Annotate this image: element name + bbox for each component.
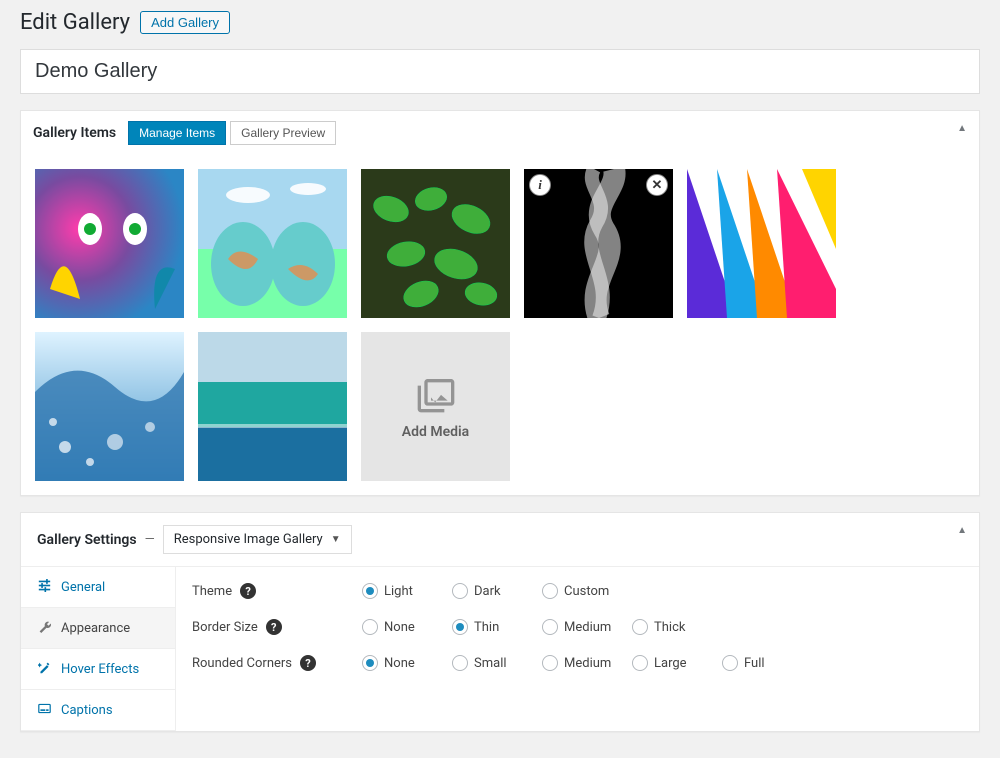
- border-option-thick[interactable]: Thick: [632, 619, 702, 635]
- border-option-thin[interactable]: Thin: [452, 619, 522, 635]
- corners-option-full[interactable]: Full: [722, 655, 792, 671]
- radio-icon: [542, 655, 558, 671]
- theme-option-light[interactable]: Light: [362, 583, 432, 599]
- radio-icon: [542, 583, 558, 599]
- settings-tab-captions[interactable]: Captions: [21, 690, 175, 731]
- radio-icon: [362, 619, 378, 635]
- thumb-info-icon[interactable]: i: [529, 174, 551, 196]
- settings-tab-general[interactable]: General: [21, 567, 175, 608]
- add-media-button[interactable]: Add Media: [361, 332, 510, 481]
- help-icon[interactable]: ?: [266, 619, 282, 635]
- theme-option-custom[interactable]: Custom: [542, 583, 612, 599]
- caption-icon: [37, 702, 51, 718]
- page-title: Edit Gallery: [20, 10, 130, 35]
- sliders-icon: [37, 579, 51, 595]
- corners-option-medium[interactable]: Medium: [542, 655, 612, 671]
- radio-icon: [632, 619, 648, 635]
- panel-collapse-toggle[interactable]: ▲: [957, 123, 967, 134]
- radio-icon: [452, 655, 468, 671]
- image-icon: [416, 374, 456, 414]
- add-gallery-button[interactable]: Add Gallery: [140, 11, 230, 34]
- corners-option-small[interactable]: Small: [452, 655, 522, 671]
- settings-tab-label: Hover Effects: [61, 662, 139, 677]
- tab-gallery-preview[interactable]: Gallery Preview: [230, 121, 336, 145]
- gallery-thumb[interactable]: [687, 169, 836, 318]
- settings-tab-appearance[interactable]: Appearance: [21, 608, 175, 649]
- theme-label: Theme: [192, 584, 232, 599]
- theme-radio-group: Light Dark Custom: [362, 583, 612, 599]
- tab-manage-items[interactable]: Manage Items: [128, 121, 226, 145]
- gallery-items-panel: Gallery Items Manage Items Gallery Previ…: [20, 110, 980, 496]
- settings-tab-label: Captions: [61, 703, 113, 718]
- add-media-label: Add Media: [402, 424, 469, 440]
- radio-icon: [542, 619, 558, 635]
- radio-icon: [452, 583, 468, 599]
- thumb-image-sea: [198, 332, 347, 481]
- radio-icon: [362, 655, 378, 671]
- wrench-icon: [37, 620, 51, 636]
- thumb-image-face-paint: [35, 169, 184, 318]
- radio-icon: [452, 619, 468, 635]
- radio-icon: [362, 583, 378, 599]
- gallery-settings-panel: Gallery Settings — Responsive Image Gall…: [20, 512, 980, 732]
- gallery-type-value: Responsive Image Gallery: [174, 532, 323, 547]
- gallery-type-select[interactable]: Responsive Image Gallery ▼: [163, 525, 352, 554]
- gallery-thumb[interactable]: [361, 169, 510, 318]
- radio-icon: [722, 655, 738, 671]
- gallery-items-title: Gallery Items: [33, 125, 116, 141]
- rounded-corners-label: Rounded Corners: [192, 656, 292, 671]
- help-icon[interactable]: ?: [300, 655, 316, 671]
- gallery-title-input[interactable]: [20, 49, 980, 94]
- thumb-image-hands-map: [198, 169, 347, 318]
- help-icon[interactable]: ?: [240, 583, 256, 599]
- settings-tab-hover[interactable]: Hover Effects: [21, 649, 175, 690]
- gallery-thumb[interactable]: i ✕: [524, 169, 673, 318]
- corners-option-none[interactable]: None: [362, 655, 432, 671]
- gallery-thumb[interactable]: [198, 169, 347, 318]
- magic-icon: [37, 661, 51, 677]
- thumb-image-paint: [687, 169, 836, 318]
- corners-option-large[interactable]: Large: [632, 655, 702, 671]
- thumb-image-leaves: [361, 169, 510, 318]
- gallery-settings-title: Gallery Settings: [37, 532, 137, 548]
- border-option-none[interactable]: None: [362, 619, 432, 635]
- border-option-medium[interactable]: Medium: [542, 619, 612, 635]
- chevron-down-icon: ▼: [331, 534, 341, 545]
- settings-tab-label: Appearance: [61, 621, 130, 636]
- settings-tab-label: General: [61, 580, 105, 595]
- radio-icon: [632, 655, 648, 671]
- gallery-thumb[interactable]: [198, 332, 347, 481]
- theme-option-dark[interactable]: Dark: [452, 583, 522, 599]
- border-size-label: Border Size: [192, 620, 258, 635]
- border-radio-group: None Thin Medium Thick: [362, 619, 702, 635]
- dash-separator: —: [145, 532, 155, 547]
- gallery-thumb[interactable]: [35, 332, 184, 481]
- panel-collapse-toggle[interactable]: ▲: [957, 525, 967, 536]
- thumb-remove-icon[interactable]: ✕: [646, 174, 668, 196]
- thumb-image-water: [35, 332, 184, 481]
- gallery-thumb[interactable]: [35, 169, 184, 318]
- corners-radio-group: None Small Medium Large Full: [362, 655, 792, 671]
